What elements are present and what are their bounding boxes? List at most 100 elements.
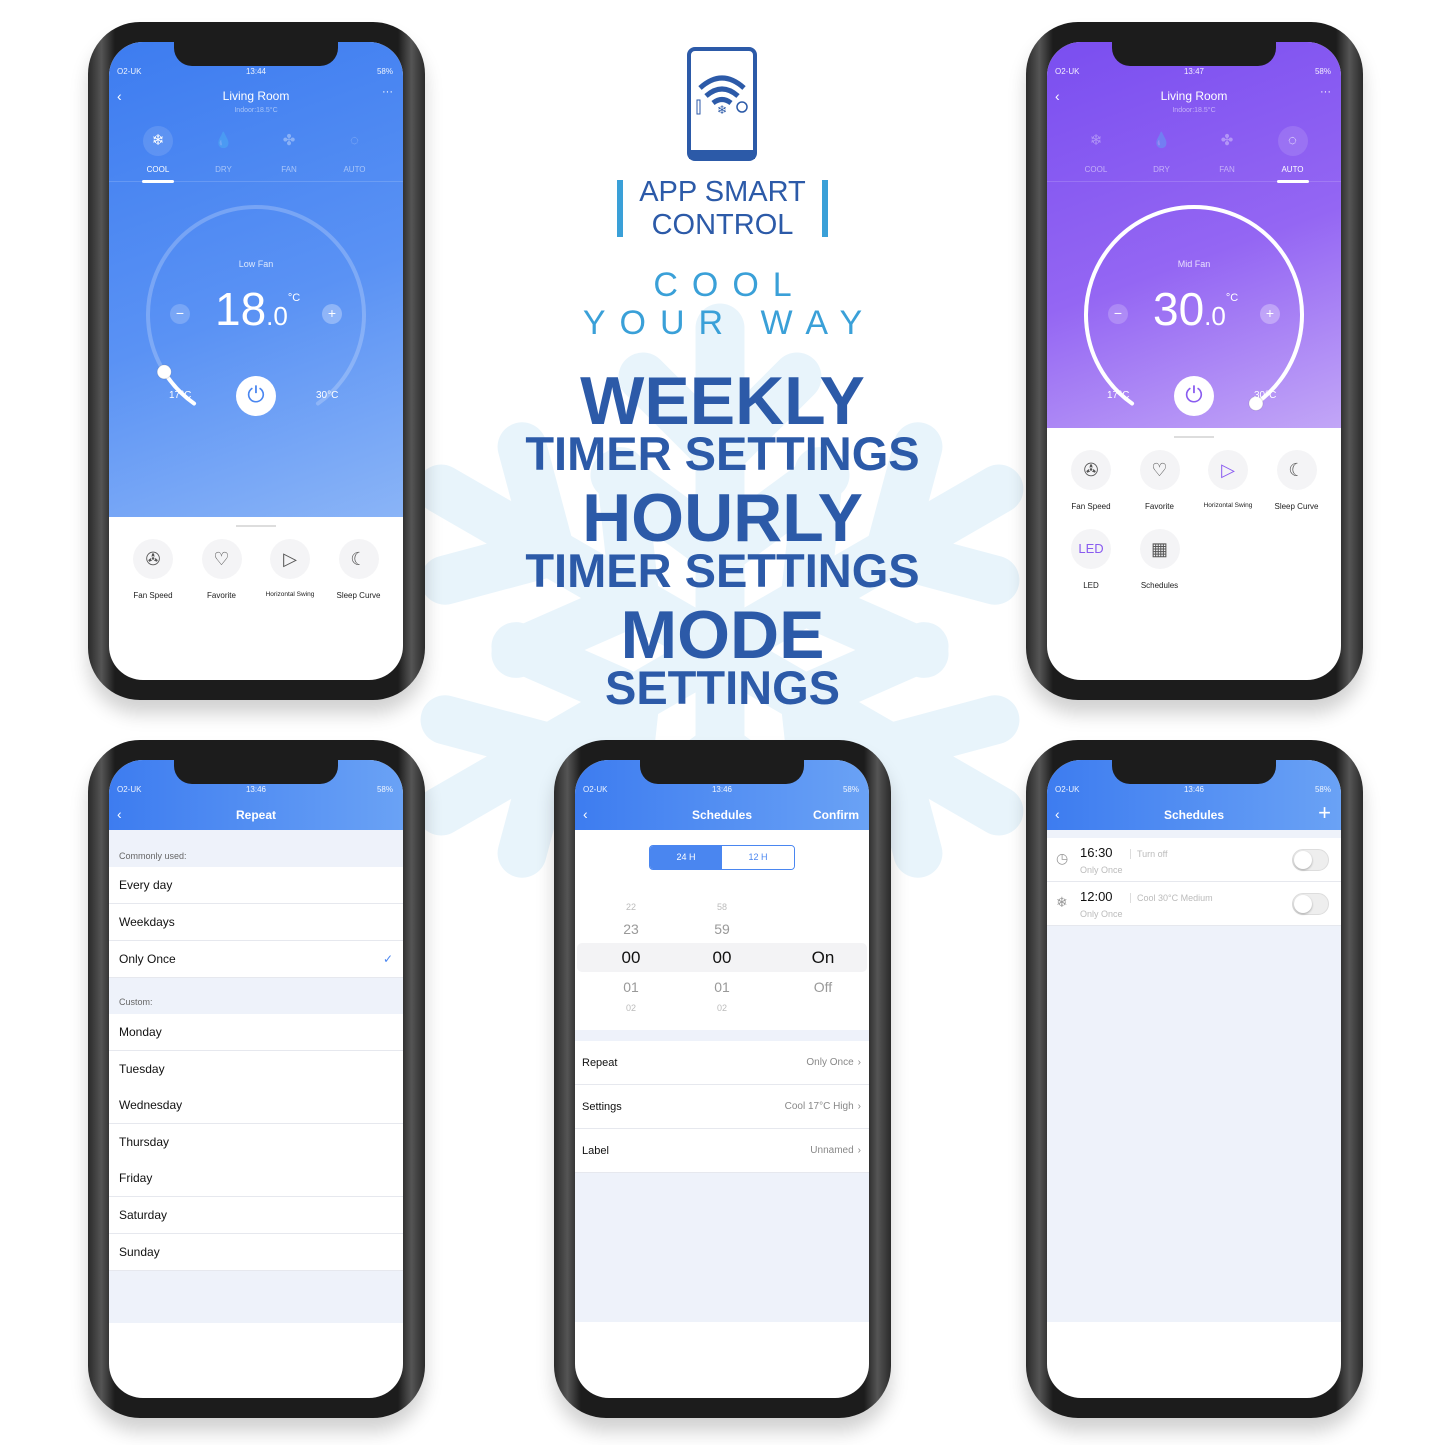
phone-notch bbox=[640, 760, 804, 784]
format-12h[interactable]: 12 H bbox=[722, 846, 794, 869]
option-label: Only Once bbox=[119, 952, 176, 966]
option-label: Every day bbox=[119, 878, 173, 892]
function-label: Fan Speed bbox=[133, 591, 173, 600]
favorite-icon: ♡ bbox=[1139, 450, 1180, 490]
chevron-right-icon: › bbox=[857, 1145, 861, 1156]
setting-repeat[interactable]: Repeat Only Once › bbox=[575, 1041, 869, 1085]
hours-option[interactable]: 02 bbox=[601, 1003, 661, 1013]
add-schedule-button[interactable]: + bbox=[1318, 800, 1331, 826]
temperature-value: 18 bbox=[215, 283, 267, 335]
repeat-day-wednesday[interactable]: Wednesday bbox=[109, 1087, 403, 1125]
function-favorite[interactable]: ♡ Favorite bbox=[1125, 450, 1195, 511]
decrease-temp-button[interactable]: − bbox=[1108, 304, 1128, 324]
function-schedules[interactable]: ▦ Schedules bbox=[1125, 529, 1195, 590]
power-button[interactable]: ⏻ bbox=[1174, 376, 1214, 416]
phone-notch bbox=[1112, 760, 1276, 784]
dial-knob[interactable] bbox=[156, 364, 172, 380]
decrease-temp-button[interactable]: − bbox=[170, 304, 190, 324]
states-option[interactable]: On bbox=[793, 948, 853, 968]
chevron-right-icon: › bbox=[857, 1057, 861, 1068]
temperature-unit: °C bbox=[287, 292, 301, 304]
repeat-day-thursday[interactable]: Thursday bbox=[109, 1123, 403, 1161]
led-icon: LED bbox=[1071, 529, 1111, 569]
phone-cool-mode: O2-UK 13:44 58% ‹ Living Room Indoor:18.5°C ··… bbox=[88, 22, 425, 700]
repeat-option-every-day[interactable]: Every day bbox=[109, 867, 403, 904]
phone-notch bbox=[174, 42, 338, 66]
function-sleep-curve[interactable]: ☾ Sleep Curve bbox=[324, 539, 394, 600]
minutes-option[interactable]: 02 bbox=[692, 1003, 752, 1013]
timer-off-icon: ◷ bbox=[1056, 850, 1069, 866]
function-label: Sleep Curve bbox=[1274, 502, 1319, 511]
heading-weekly-sub: TIMER SETTINGS bbox=[525, 427, 920, 480]
repeat-option-weekdays[interactable]: Weekdays bbox=[109, 904, 403, 941]
repeat-day-monday[interactable]: Monday bbox=[109, 1014, 403, 1051]
temperature-decimal: .0 bbox=[266, 301, 288, 331]
checkmark-icon: ✓ bbox=[382, 952, 393, 966]
schedule-toggle[interactable] bbox=[1292, 893, 1329, 915]
chevron-right-icon: › bbox=[857, 1101, 861, 1112]
states-option[interactable]: Off bbox=[793, 979, 853, 995]
repeat-day-sunday[interactable]: Sunday bbox=[109, 1233, 403, 1271]
minutes-option[interactable]: 01 bbox=[692, 979, 752, 995]
format-24h[interactable]: 24 H bbox=[650, 846, 722, 869]
schedules-icon: ▦ bbox=[1139, 529, 1180, 569]
hours-option[interactable]: 01 bbox=[601, 979, 661, 995]
schedule-time: 16:30 bbox=[1080, 845, 1113, 860]
function-label: LED bbox=[1083, 581, 1099, 590]
max-temp-label: 30°C bbox=[316, 390, 339, 401]
power-button[interactable]: ⏻ bbox=[236, 376, 276, 416]
schedule-item[interactable]: ◷ 16:30 Turn off Only Once bbox=[1047, 838, 1341, 882]
setting-value: Only Once › bbox=[806, 1041, 861, 1085]
sleep-curve-icon: ☾ bbox=[1276, 450, 1317, 490]
temperature-readout: 18.0°C bbox=[215, 282, 300, 336]
battery-label: 58% bbox=[1314, 785, 1331, 794]
confirm-button[interactable]: Confirm bbox=[813, 808, 859, 822]
schedule-action: Cool 30°C Medium bbox=[1130, 893, 1213, 903]
hours-option[interactable]: 23 bbox=[601, 921, 661, 937]
function-label: Horizontal Swing bbox=[1203, 502, 1253, 509]
setting-label[interactable]: Label Unnamed › bbox=[575, 1129, 869, 1173]
setting-value: Unnamed › bbox=[810, 1129, 861, 1173]
schedule-toggle[interactable] bbox=[1292, 849, 1329, 871]
setting-label: Label bbox=[582, 1145, 609, 1157]
function-led[interactable]: LED LED bbox=[1056, 529, 1126, 590]
hours-option[interactable]: 00 bbox=[601, 948, 661, 968]
temperature-readout: 30.0°C bbox=[1153, 282, 1238, 336]
panel-handle bbox=[1174, 436, 1214, 438]
setting-value-text: Unnamed bbox=[810, 1145, 854, 1156]
page-title: Repeat bbox=[235, 808, 276, 822]
function-horizontal-swing[interactable]: ▷ Horizontal Swing bbox=[1193, 450, 1263, 509]
horizontal-swing-icon: ▷ bbox=[270, 539, 310, 579]
function-fan-speed[interactable]: ✇ Fan Speed bbox=[118, 539, 188, 600]
function-favorite[interactable]: ♡ Favorite bbox=[187, 539, 257, 600]
function-label: Fan Speed bbox=[1071, 502, 1111, 511]
horizontal-swing-icon: ▷ bbox=[1208, 450, 1248, 490]
repeat-day-saturday[interactable]: Saturday bbox=[109, 1197, 403, 1234]
function-label: Sleep Curve bbox=[336, 591, 381, 600]
repeat-option-only-once[interactable]: Only Once ✓ bbox=[109, 941, 403, 978]
hours-option[interactable]: 22 bbox=[601, 902, 661, 912]
battery-label: 58% bbox=[376, 785, 393, 794]
status-bar: O2-UK 13:46 58% bbox=[1047, 785, 1341, 797]
minutes-option[interactable]: 58 bbox=[692, 902, 752, 912]
heading-hourly-sub: TIMER SETTINGS bbox=[525, 544, 920, 597]
heading-mode-sub: SETTINGS bbox=[604, 661, 841, 714]
min-temp-label: 17°C bbox=[169, 390, 192, 401]
phone-auto-mode: O2-UK 13:47 58% ‹ Living Room Indoor:18.5°C ··… bbox=[1026, 22, 1363, 700]
snowflake-icon: ❄ bbox=[1056, 894, 1068, 910]
function-label: Favorite bbox=[207, 591, 236, 600]
function-fan-speed[interactable]: ✇ Fan Speed bbox=[1056, 450, 1126, 511]
temperature-decimal: .0 bbox=[1204, 301, 1226, 331]
increase-temp-button[interactable]: + bbox=[322, 304, 342, 324]
repeat-day-friday[interactable]: Friday bbox=[109, 1160, 403, 1198]
smartphone-logo-icon: ❄ bbox=[687, 47, 757, 161]
schedule-item[interactable]: ❄ 12:00 Cool 30°C Medium Only Once bbox=[1047, 882, 1341, 926]
increase-temp-button[interactable]: + bbox=[1260, 304, 1280, 324]
repeat-day-tuesday[interactable]: Tuesday bbox=[109, 1050, 403, 1088]
function-horizontal-swing[interactable]: ▷ Horizontal Swing bbox=[255, 539, 325, 598]
function-sleep-curve[interactable]: ☾ Sleep Curve bbox=[1262, 450, 1332, 511]
phone-notch bbox=[174, 760, 338, 784]
minutes-option[interactable]: 00 bbox=[692, 948, 752, 968]
minutes-option[interactable]: 59 bbox=[692, 921, 752, 937]
setting-settings[interactable]: Settings Cool 17°C High › bbox=[575, 1085, 869, 1129]
